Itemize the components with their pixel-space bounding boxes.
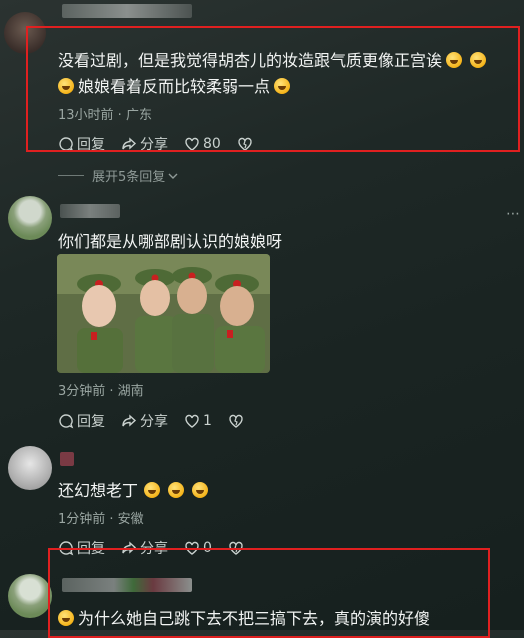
comment-text-body: 还幻想老丁 xyxy=(58,481,139,500)
avatar[interactable] xyxy=(8,574,52,618)
laugh-cry-emoji-icon xyxy=(192,482,209,498)
comment-meta: 1分钟前 · 安徽 xyxy=(58,512,144,527)
reply-button[interactable]: 回复 xyxy=(58,411,105,431)
soldiers-photo xyxy=(57,254,270,373)
comment-meta: 3分钟前 · 湖南 xyxy=(58,384,144,399)
reply-icon xyxy=(59,414,74,429)
heart-icon xyxy=(185,414,199,428)
comment-image[interactable] xyxy=(57,254,270,373)
comment-text: 你们都是从哪部剧认识的娘娘呀 xyxy=(58,232,283,251)
share-icon xyxy=(122,414,137,427)
divider-line xyxy=(58,175,84,176)
avatar[interactable] xyxy=(8,446,52,490)
like-button[interactable]: 1 xyxy=(184,413,212,429)
username-redacted[interactable] xyxy=(62,4,192,18)
expand-replies-label: 展开5条回复 xyxy=(92,170,166,185)
dislike-button[interactable] xyxy=(228,413,247,429)
comment-actions: 回复 分享 1 xyxy=(58,411,263,431)
comment-text: 还幻想老丁 xyxy=(58,478,212,504)
avatar[interactable] xyxy=(8,196,52,240)
expand-replies[interactable]: 展开5条回复 xyxy=(58,166,179,185)
username-redacted[interactable] xyxy=(60,452,74,466)
username-redacted[interactable] xyxy=(60,204,120,218)
highlight-box xyxy=(48,548,490,638)
laugh-cry-emoji-icon xyxy=(144,482,161,498)
like-count: 1 xyxy=(203,413,212,429)
highlight-box xyxy=(26,26,520,152)
share-button[interactable]: 分享 xyxy=(121,411,168,431)
laugh-cry-emoji-icon xyxy=(168,482,185,498)
broken-heart-icon xyxy=(229,414,243,428)
more-options-icon[interactable]: ⋯ xyxy=(506,206,521,222)
chevron-down-icon xyxy=(168,173,178,179)
